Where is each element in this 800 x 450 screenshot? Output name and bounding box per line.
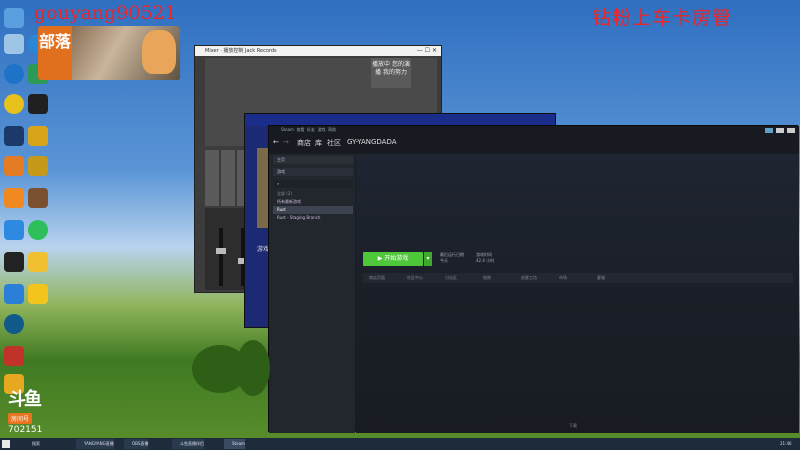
mixer-side-button[interactable]: 播放中 您的演播 我的努力 <box>371 58 411 88</box>
taskbar-clock[interactable]: 21:46 <box>772 439 792 449</box>
steam-maximize-icon[interactable] <box>776 128 784 133</box>
library-home[interactable]: 主页 <box>273 156 353 164</box>
back-arrow-icon[interactable]: ← <box>273 138 279 146</box>
orange-app2-icon[interactable] <box>4 188 24 208</box>
blue-app-icon[interactable] <box>4 220 24 240</box>
folder-icon[interactable] <box>28 252 48 272</box>
slogan-watermark: 钻粉上车卡房管 <box>592 7 733 29</box>
taskbar-item[interactable]: Steam <box>224 439 245 449</box>
search-icon[interactable]: ⌕ <box>273 180 353 188</box>
p-app-icon[interactable] <box>28 284 48 304</box>
steam-close-icon[interactable] <box>787 128 795 133</box>
game-tabs: 商店页面 社区中心 讨论区 指南 创意工坊 市场 客服 <box>363 273 793 283</box>
promo-banner: 部落 <box>38 26 180 80</box>
nav-username[interactable]: GY-YANGDADA <box>347 138 397 146</box>
l-app2-icon[interactable] <box>28 156 48 176</box>
menu-item[interactable]: 查看 <box>296 127 304 132</box>
game-icon[interactable] <box>28 188 48 208</box>
tab[interactable]: 市场 <box>559 273 567 283</box>
qq-icon[interactable] <box>4 252 24 272</box>
tree-image <box>236 340 270 396</box>
blue-s-icon[interactable] <box>4 284 24 304</box>
ie-icon[interactable] <box>4 64 24 84</box>
shiba-mascot-image <box>142 30 176 74</box>
room-number: 702151 <box>8 425 43 435</box>
play-dropdown-icon[interactable]: ▾ <box>424 252 432 266</box>
window-controls-icon[interactable]: — ☐ ✕ <box>417 46 437 56</box>
steam-minimize-icon[interactable] <box>765 128 773 133</box>
orange-app-icon[interactable] <box>4 156 24 176</box>
steam-desktop-icon[interactable] <box>4 126 24 146</box>
red-app-icon[interactable] <box>4 346 24 366</box>
menu-item[interactable]: 好友 <box>307 127 315 132</box>
douyu-overlay: 斗鱼 房间号 702151 <box>8 385 60 439</box>
taskbar: 搜索 YANGYANG直播 OBS直播 斗鱼直播伴侣 Steam 21:46 <box>0 438 800 450</box>
last-played: 最后运行日期 今天 <box>440 252 464 264</box>
steam-library-sidebar: 主页 游戏 ⌕ 全部 (2) 所有最新游戏 Rust Rust - Stagin… <box>269 154 355 433</box>
last-played-value: 今天 <box>440 258 448 263</box>
fader[interactable] <box>216 228 226 286</box>
nav-store[interactable]: 商店 <box>297 138 311 148</box>
app-yellow-icon[interactable] <box>4 94 24 114</box>
g-app-icon[interactable] <box>28 94 48 114</box>
taskbar-item[interactable]: YANGYANG直播 <box>76 439 114 449</box>
tab[interactable]: 创意工坊 <box>521 273 537 283</box>
douyu-logo: 斗鱼 <box>8 389 42 410</box>
library-item[interactable]: 所有最新游戏 <box>273 198 353 206</box>
library-group-label: 全部 (2) <box>277 191 292 196</box>
tab[interactable]: 讨论区 <box>445 273 457 283</box>
tab[interactable]: 客服 <box>597 273 605 283</box>
steam-game-page: ▶ 开始游戏 ▾ 最后运行日期 今天 游戏时间 42.4 小时 商店页面 社区中… <box>356 154 799 433</box>
l-app-icon[interactable] <box>28 126 48 146</box>
tab[interactable]: 指南 <box>483 273 491 283</box>
library-item[interactable]: Rust - Staging Branch <box>273 214 353 222</box>
taskbar-item[interactable]: 搜索 <box>24 439 40 449</box>
library-filter[interactable]: 游戏 <box>273 168 353 176</box>
steam-menubar: Steam 查看 好友 游戏 帮助 <box>269 126 799 134</box>
library-item-rust[interactable]: Rust <box>273 206 353 214</box>
windows-start-icon[interactable] <box>2 440 10 448</box>
menu-item[interactable]: Steam <box>281 127 294 132</box>
nav-library[interactable]: 库 <box>315 138 322 148</box>
promo-tag: 部落 <box>38 26 72 80</box>
taskbar-item[interactable]: OBS直播 <box>124 439 149 449</box>
steam-navbar: ← → 商店 库 社区 GY-YANGDADA <box>269 134 799 154</box>
forward-arrow-icon[interactable]: → <box>283 138 289 146</box>
recycle-bin-icon[interactable] <box>4 34 24 54</box>
play-button[interactable]: ▶ 开始游戏 <box>363 252 423 266</box>
playtime: 游戏时间 42.4 小时 <box>476 252 494 264</box>
circle-app-icon[interactable] <box>4 314 24 334</box>
wechat-icon[interactable] <box>28 220 48 240</box>
streamer-watermark: gouyang90521 <box>34 2 177 24</box>
download-status[interactable]: 下载 <box>569 423 577 429</box>
play-label: 开始游戏 <box>384 255 409 262</box>
steam-window[interactable]: Steam 查看 好友 游戏 帮助 ← → 商店 库 社区 GY-YANGDAD… <box>268 125 799 433</box>
menu-item[interactable]: 帮助 <box>328 127 336 132</box>
playtime-value: 42.4 小时 <box>476 258 495 263</box>
mixer-title: Mixer · 播放控制 Jack Records <box>205 48 277 54</box>
tab[interactable]: 商店页面 <box>369 273 385 283</box>
computer-icon[interactable] <box>4 8 24 28</box>
tab[interactable]: 社区中心 <box>407 273 423 283</box>
room-label: 房间号 <box>8 413 33 424</box>
nav-community[interactable]: 社区 <box>327 138 341 148</box>
mixer-titlebar[interactable]: Mixer · 播放控制 Jack Records — ☐ ✕ <box>195 46 441 56</box>
taskbar-item[interactable]: 斗鱼直播伴侣 <box>172 439 204 449</box>
menu-item[interactable]: 游戏 <box>318 127 326 132</box>
